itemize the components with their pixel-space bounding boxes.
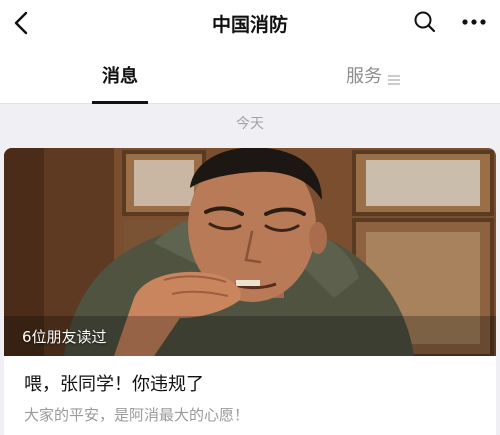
article-headline[interactable]: 喂，张同学！你违规了 bbox=[24, 370, 204, 396]
tab-services[interactable]: 服务 bbox=[346, 62, 400, 92]
tab-messages[interactable]: 消息 bbox=[92, 62, 148, 104]
article-card[interactable]: 6位朋友读过 喂，张同学！你违规了 大家的平安，是阿消最大的心愿！ bbox=[4, 148, 496, 435]
tab-messages-label: 消息 bbox=[102, 66, 138, 87]
active-tab-indicator bbox=[92, 101, 148, 104]
menu-lines-icon bbox=[388, 71, 400, 85]
date-label: 今天 bbox=[236, 116, 264, 132]
top-bar: 中国消防 消息 服务 bbox=[0, 0, 500, 104]
read-count: 6位朋友读过 bbox=[22, 328, 107, 346]
more-dots-icon[interactable] bbox=[461, 10, 487, 34]
search-icon[interactable] bbox=[413, 10, 437, 34]
article-summary: 大家的平安，是阿消最大的心愿！ bbox=[24, 406, 250, 424]
tab-services-label: 服务 bbox=[346, 66, 382, 87]
cover-photo[interactable] bbox=[4, 148, 496, 358]
